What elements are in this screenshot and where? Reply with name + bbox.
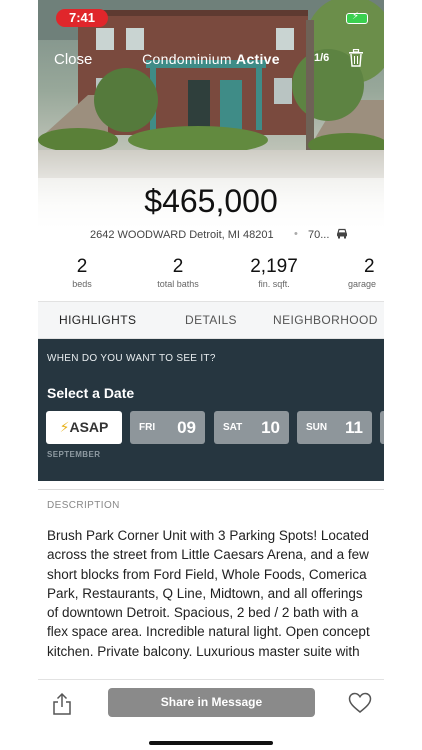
share-icon[interactable]: [52, 692, 72, 721]
stat-label: beds: [72, 279, 92, 289]
heart-icon[interactable]: [348, 692, 372, 719]
date-dow: FRI: [139, 422, 156, 433]
stat-sqft: 2,197 fin. sqft.: [242, 256, 306, 289]
section-divider: [38, 489, 384, 490]
home-indicator: [149, 741, 273, 745]
listing-screen: 7:41 ⚡ Close Condominium Active 1/6 $465…: [38, 0, 384, 750]
share-in-message-button[interactable]: Share in Message: [108, 688, 315, 717]
bottom-action-bar: Share in Message: [38, 679, 384, 750]
stat-beds: 2 beds: [58, 256, 106, 289]
schedule-question: WHEN DO YOU WANT TO SEE IT?: [47, 353, 216, 364]
date-day: 09: [177, 418, 196, 437]
date-option-sat[interactable]: SAT 10: [214, 411, 289, 444]
description-label: DESCRIPTION: [47, 500, 120, 511]
property-stats: 2 beds 2 total baths 2,197 fin. sqft. 2 …: [38, 256, 384, 296]
stat-garage: 2 garage: [348, 256, 384, 289]
separator-dot: •: [294, 228, 298, 240]
photo-counter: 1/6: [314, 52, 330, 64]
property-type: Condominium: [142, 51, 232, 67]
stat-value: 2: [172, 256, 184, 277]
date-option-sun[interactable]: SUN 11: [297, 411, 372, 444]
tab-highlights[interactable]: HIGHLIGHTS: [59, 313, 136, 327]
tab-neighborhood[interactable]: NEIGHBORHOOD: [273, 313, 378, 327]
date-option-fri[interactable]: FRI 09: [130, 411, 205, 444]
stat-value: 2: [76, 256, 88, 277]
stat-baths: 2 total baths: [148, 256, 208, 289]
tab-details[interactable]: DETAILS: [185, 313, 237, 327]
listing-status: Active: [236, 51, 280, 67]
date-option-next[interactable]: [380, 411, 384, 444]
status-time: 7:41: [56, 9, 108, 27]
address: 2642 WOODWARD Detroit, MI 48201: [90, 229, 274, 241]
select-date-heading: Select a Date: [47, 385, 135, 401]
detail-tabs: HIGHLIGHTS DETAILS NEIGHBORHOOD: [38, 301, 384, 339]
lightning-icon: ⚡: [59, 419, 70, 435]
listing-title: Condominium Active: [38, 51, 384, 67]
stat-value: 2,197: [250, 256, 298, 277]
description-text: Brush Park Corner Unit with 3 Parking Sp…: [47, 528, 370, 659]
stat-label: total baths: [157, 279, 199, 289]
date-dow: SUN: [306, 422, 328, 433]
stat-value: 2: [364, 256, 375, 277]
stat-label: fin. sqft.: [258, 279, 290, 289]
listing-price: $465,000: [144, 183, 278, 219]
stat-label: garage: [348, 279, 377, 289]
car-icon[interactable]: [336, 228, 348, 242]
schedule-tour-panel: WHEN DO YOU WANT TO SEE IT? Select a Dat…: [38, 339, 384, 481]
battery-icon: ⚡: [346, 11, 368, 24]
asap-button[interactable]: ⚡ASAP: [46, 411, 122, 444]
date-day: 11: [345, 418, 363, 437]
asap-label: ASAP: [69, 419, 109, 435]
date-dow: SAT: [223, 422, 243, 433]
date-day: 10: [261, 418, 280, 437]
drive-distance[interactable]: 70...: [308, 229, 329, 241]
month-label: SEPTEMBER: [47, 450, 101, 459]
